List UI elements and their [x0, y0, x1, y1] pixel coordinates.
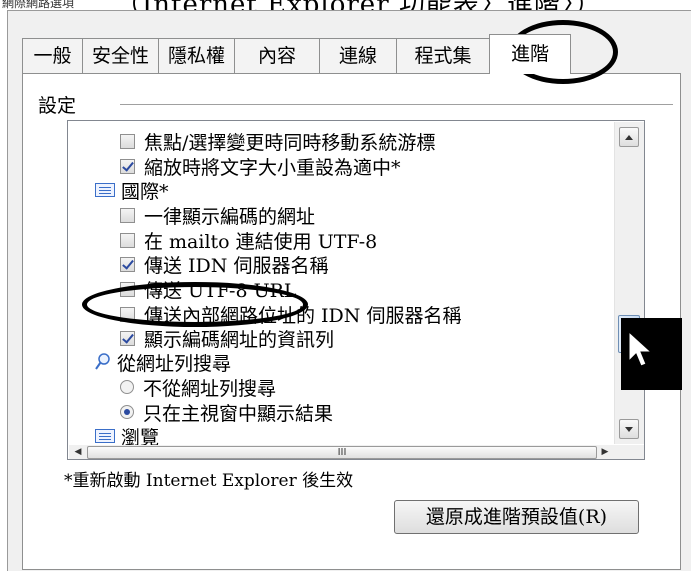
horizontal-scrollbar[interactable]: ◀ III ▶	[69, 445, 614, 459]
option-main-window-results[interactable]: 只在主視窗中顯示結果	[120, 400, 334, 425]
mouse-pointer-icon	[628, 330, 653, 367]
restore-advanced-defaults-button[interactable]: 還原成進階預設值(R)	[394, 500, 639, 534]
arrow-up-icon	[625, 135, 633, 140]
setting-label: 傳送內部網路位址的 IDN 伺服器名稱	[144, 304, 462, 327]
category-label: 國際*	[121, 180, 169, 203]
setting-move-caret[interactable]: 焦點/選擇變更時同時移動系統游標	[120, 129, 436, 154]
scroll-up-button[interactable]	[619, 127, 639, 147]
checkbox[interactable]	[120, 207, 135, 223]
checkbox-checked[interactable]	[120, 330, 135, 346]
checkbox-checked[interactable]	[120, 158, 135, 174]
category-address-bar-search: 從網址列搜尋	[95, 350, 232, 375]
tab-security[interactable]: 安全性	[82, 38, 159, 74]
setting-reset-text-size[interactable]: 縮放時將文字大小重設為適中*	[120, 154, 401, 179]
arrow-down-icon	[625, 427, 633, 432]
setting-send-utf8-url[interactable]: 傳送 UTF-8 URL	[120, 277, 297, 302]
setting-label: 一律顯示編碼的網址	[144, 205, 316, 228]
option-no-search[interactable]: 不從網址列搜尋	[120, 375, 277, 400]
setting-label: 焦點/選擇變更時同時移動系統游標	[144, 131, 436, 154]
setting-label: 在 mailto 連結使用 UTF-8	[144, 230, 378, 253]
setting-label: 傳送 UTF-8 URL	[144, 279, 297, 302]
settings-group-label: 設定	[38, 95, 77, 117]
setting-send-idn[interactable]: 傳送 IDN 伺服器名稱	[120, 252, 329, 277]
checkbox[interactable]	[120, 133, 135, 149]
settings-tree: 焦點/選擇變更時同時移動系統游標 縮放時將文字大小重設為適中* 國際* 一律顯示…	[67, 120, 645, 460]
category-international: 國際*	[95, 178, 169, 203]
scroll-left-icon[interactable]: ◀	[70, 446, 86, 459]
mouse-cursor-overlay	[621, 318, 682, 390]
tab-content[interactable]: 內容	[234, 38, 320, 74]
radio-button[interactable]	[120, 380, 134, 394]
tab-connections[interactable]: 連線	[319, 38, 397, 74]
tab-strip: 一般 安全性 隱私權 內容 連線 程式集 進階	[22, 34, 571, 74]
setting-always-show-encoded[interactable]: 一律顯示編碼的網址	[120, 203, 316, 228]
tab-privacy[interactable]: 隱私權	[158, 38, 235, 74]
setting-mailto-utf8[interactable]: 在 mailto 連結使用 UTF-8	[120, 228, 378, 253]
checkbox[interactable]	[120, 232, 135, 248]
restart-note: *重新啟動 Internet Explorer 後生效	[64, 471, 354, 491]
scroll-down-button[interactable]	[619, 419, 639, 439]
setting-label: 縮放時將文字大小重設為適中*	[144, 156, 401, 179]
group-divider	[120, 104, 673, 105]
category-label: 從網址列搜尋	[117, 352, 232, 375]
setting-show-info-bar[interactable]: 顯示編碼網址的資訊列	[120, 326, 335, 351]
setting-label: 顯示編碼網址的資訊列	[144, 328, 335, 351]
tab-programs[interactable]: 程式集	[396, 38, 490, 74]
option-label: 不從網址列搜尋	[143, 377, 277, 400]
magnifier-icon	[95, 353, 110, 370]
checkbox-checked[interactable]	[120, 256, 135, 272]
scroll-right-icon[interactable]: ▶	[597, 446, 613, 459]
vertical-scrollbar[interactable]	[614, 122, 644, 444]
checkbox[interactable]	[120, 281, 135, 297]
settings-category-icon	[95, 429, 115, 443]
tab-advanced[interactable]: 進階	[489, 34, 571, 74]
scrollbar-corner	[614, 445, 644, 459]
tab-general[interactable]: 一般	[22, 38, 83, 74]
option-label: 只在主視窗中顯示結果	[143, 402, 334, 425]
setting-send-idn-intranet[interactable]: 傳送內部網路位址的 IDN 伺服器名稱	[120, 302, 462, 327]
checkbox[interactable]	[120, 306, 135, 322]
horizontal-scroll-thumb[interactable]: III	[87, 446, 597, 459]
radio-button-selected[interactable]	[120, 405, 134, 419]
settings-category-icon	[95, 183, 115, 197]
setting-label: 傳送 IDN 伺服器名稱	[144, 254, 329, 277]
